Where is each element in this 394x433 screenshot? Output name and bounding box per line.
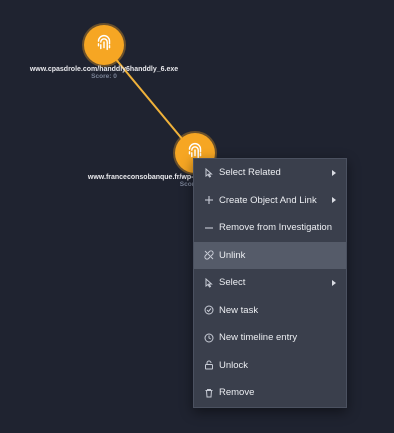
menu-item-unlink[interactable]: Unlink xyxy=(194,241,346,269)
chevron-right-icon xyxy=(332,169,336,176)
menu-item-label: Remove from Investigation xyxy=(219,222,332,234)
menu-item-unlock[interactable]: Unlock xyxy=(194,352,346,380)
menu-item-label: New timeline entry xyxy=(219,332,298,344)
menu-item-remove-from-investigation[interactable]: Remove from Investigation xyxy=(194,214,346,242)
menu-item-label: Select xyxy=(219,277,246,289)
menu-item-new-timeline-entry[interactable]: New timeline entry xyxy=(194,324,346,352)
graph-edge[interactable] xyxy=(103,44,194,153)
menu-item-label: Unlink xyxy=(219,249,246,261)
graph-canvas[interactable]: www.cpasdrole.com/handdly6handdly_6.exe … xyxy=(0,0,394,433)
menu-item-label: Unlock xyxy=(219,359,249,371)
menu-item-new-task[interactable]: New task xyxy=(194,297,346,325)
menu-item-label: New task xyxy=(219,304,259,316)
menu-item-label: Create Object And Link xyxy=(219,194,317,206)
check-circle-icon xyxy=(204,305,214,315)
graph-node-score: Score: 0 xyxy=(91,73,117,80)
graph-node-file[interactable] xyxy=(84,25,124,65)
plus-icon xyxy=(204,195,214,205)
unlink-icon xyxy=(204,250,214,260)
menu-item-remove[interactable]: Remove xyxy=(194,379,346,407)
menu-item-label: Select Related xyxy=(219,167,281,179)
menu-item-select-related[interactable]: Select Related xyxy=(194,159,346,187)
cursor-pointer-icon xyxy=(204,277,214,288)
clock-icon xyxy=(204,333,214,343)
cursor-pointer-icon xyxy=(204,167,214,178)
context-menu: Select Related Create Object And Link Re… xyxy=(193,158,347,408)
chevron-right-icon xyxy=(332,197,336,204)
menu-item-create-object-and-link[interactable]: Create Object And Link xyxy=(194,187,346,215)
fingerprint-icon xyxy=(93,32,115,59)
trash-icon xyxy=(204,388,214,398)
chevron-right-icon xyxy=(332,279,336,286)
unlock-icon xyxy=(204,360,214,370)
menu-item-label: Remove xyxy=(219,387,255,399)
minus-icon xyxy=(204,223,214,233)
menu-item-select[interactable]: Select xyxy=(194,269,346,297)
